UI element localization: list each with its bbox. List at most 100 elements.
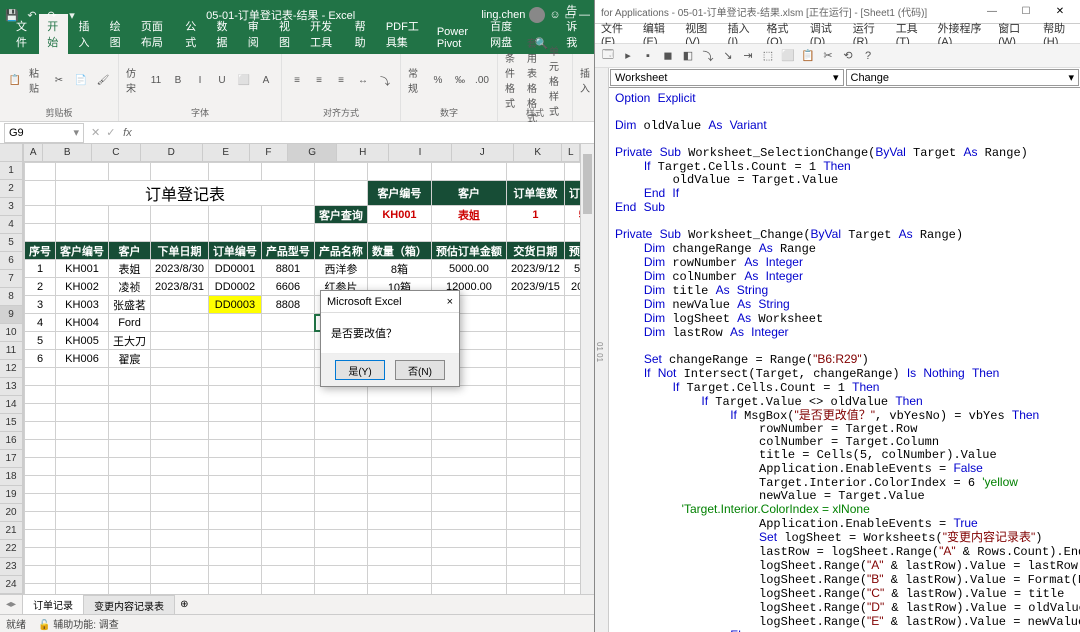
vertical-scrollbar[interactable]: [580, 144, 594, 594]
cell[interactable]: [261, 584, 314, 595]
row-header[interactable]: 12: [0, 360, 23, 378]
cell[interactable]: 8801: [261, 260, 314, 278]
cell[interactable]: KH005: [56, 332, 109, 350]
cell[interactable]: [151, 584, 209, 595]
code-editor[interactable]: Option Explicit Dim oldValue As Variant …: [609, 88, 1080, 632]
ribbon-button[interactable]: 📄: [72, 71, 90, 89]
cell[interactable]: Ford: [109, 314, 151, 332]
row-header[interactable]: 5: [0, 234, 23, 252]
cell[interactable]: 6: [25, 350, 56, 368]
cell[interactable]: 5000: [564, 206, 580, 224]
sheet-tab[interactable]: 变更内容记录表: [83, 595, 175, 615]
status-accessibility[interactable]: 🔓 辅助功能: 调查: [38, 616, 119, 631]
ribbon-tab[interactable]: 开发工具: [302, 14, 344, 54]
cell[interactable]: 1: [25, 260, 56, 278]
sheet-tab[interactable]: 订单记录: [22, 594, 84, 615]
ribbon-button[interactable]: ≡: [288, 71, 306, 89]
cell[interactable]: 产品名称: [314, 242, 367, 260]
cell[interactable]: [56, 224, 109, 242]
maximize-icon[interactable]: ☐: [1012, 3, 1040, 21]
cell[interactable]: [151, 476, 209, 494]
cell[interactable]: [261, 206, 314, 224]
cell[interactable]: [208, 530, 261, 548]
cell[interactable]: [506, 332, 564, 350]
cell[interactable]: [564, 548, 580, 566]
cell[interactable]: [314, 476, 367, 494]
cell[interactable]: [564, 530, 580, 548]
cell[interactable]: [25, 512, 56, 530]
cell[interactable]: [367, 404, 431, 422]
cell[interactable]: [208, 494, 261, 512]
ribbon-button[interactable]: U: [213, 71, 231, 89]
cell[interactable]: KH001: [56, 260, 109, 278]
yes-button[interactable]: 是(Y): [335, 360, 385, 380]
cell[interactable]: [431, 224, 506, 242]
cell[interactable]: [261, 404, 314, 422]
cell[interactable]: [208, 206, 261, 224]
cell[interactable]: 产品型号: [261, 242, 314, 260]
cell[interactable]: [208, 584, 261, 595]
ribbon-button[interactable]: 仿宋: [125, 71, 143, 89]
cell[interactable]: [109, 206, 151, 224]
cell[interactable]: 交货日期: [506, 242, 564, 260]
cell[interactable]: [151, 422, 209, 440]
cell[interactable]: [314, 386, 367, 404]
row-header[interactable]: 8: [0, 288, 23, 306]
row-header[interactable]: 10: [0, 324, 23, 342]
ribbon-tab[interactable]: 百度网盘: [482, 14, 524, 54]
select-all-corner[interactable]: [0, 144, 23, 162]
ribbon-button[interactable]: 常规: [407, 71, 425, 89]
cell[interactable]: [506, 404, 564, 422]
cell[interactable]: [367, 512, 431, 530]
row-header[interactable]: 14: [0, 396, 23, 414]
cell[interactable]: 5: [25, 332, 56, 350]
cell[interactable]: [109, 163, 151, 181]
procedure-dropdown[interactable]: Change▾: [846, 69, 1080, 86]
worksheet-table[interactable]: 订单登记表客户编号客户订单笔数订单总金客户查询KH001表姐15000序号客户编…: [24, 162, 580, 594]
cell[interactable]: [109, 368, 151, 386]
row-header[interactable]: 13: [0, 378, 23, 396]
name-box[interactable]: G9▾: [4, 123, 84, 143]
cell[interactable]: [109, 476, 151, 494]
cell[interactable]: [564, 422, 580, 440]
cell[interactable]: 数量（箱）: [367, 242, 431, 260]
cell[interactable]: [506, 314, 564, 332]
ribbon-button[interactable]: .00: [473, 71, 491, 89]
cell[interactable]: [431, 386, 506, 404]
cell[interactable]: [208, 476, 261, 494]
cell[interactable]: [151, 440, 209, 458]
cell[interactable]: [208, 350, 261, 368]
row-header[interactable]: 23: [0, 558, 23, 576]
cell[interactable]: [109, 422, 151, 440]
column-header[interactable]: E: [203, 144, 250, 162]
cell[interactable]: [109, 386, 151, 404]
ribbon-button[interactable]: 11: [147, 71, 165, 89]
cell[interactable]: [25, 548, 56, 566]
row-header[interactable]: 1: [0, 162, 23, 180]
cell[interactable]: [431, 584, 506, 595]
row-header[interactable]: 17: [0, 450, 23, 468]
cell[interactable]: [208, 422, 261, 440]
cell[interactable]: [25, 422, 56, 440]
undo-icon[interactable]: ↶: [24, 7, 40, 23]
cell[interactable]: 2023/9/12: [506, 260, 564, 278]
cell[interactable]: 2023/8/30: [151, 260, 209, 278]
row-header[interactable]: 11: [0, 342, 23, 360]
cell[interactable]: [564, 368, 580, 386]
cell[interactable]: [367, 386, 431, 404]
sheet-nav-last-icon[interactable]: ▸: [11, 599, 16, 610]
ribbon-button[interactable]: ≡: [332, 71, 350, 89]
cell[interactable]: [261, 224, 314, 242]
cell[interactable]: [25, 440, 56, 458]
cell[interactable]: [109, 530, 151, 548]
cell[interactable]: [151, 566, 209, 584]
cell[interactable]: [208, 548, 261, 566]
column-header[interactable]: I: [389, 144, 451, 162]
cell[interactable]: [109, 404, 151, 422]
cell[interactable]: 客户: [109, 242, 151, 260]
toolbar-icon[interactable]: ◼: [659, 47, 677, 65]
cell[interactable]: [151, 494, 209, 512]
cell[interactable]: [431, 548, 506, 566]
cell[interactable]: [431, 458, 506, 476]
cell[interactable]: 表姐: [109, 260, 151, 278]
